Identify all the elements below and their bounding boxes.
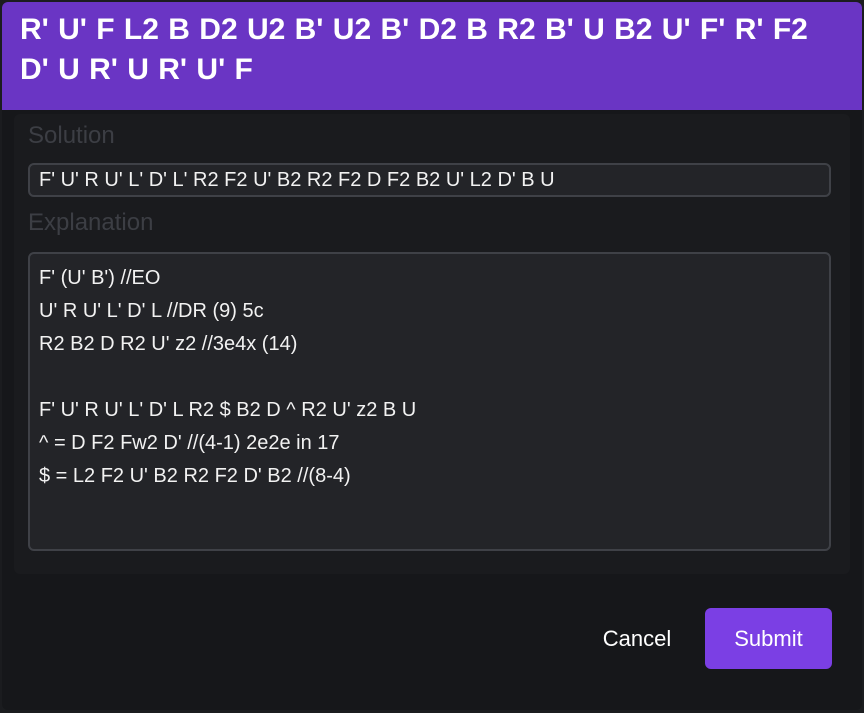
cancel-button[interactable]: Cancel <box>582 609 692 669</box>
solution-dialog: R' U' F L2 B D2 U2 B' U2 B' D2 B R2 B' U… <box>2 2 862 710</box>
explanation-textarea[interactable]: F' (U' B') //EO U' R U' L' D' L //DR (9)… <box>28 252 831 551</box>
explanation-label: Explanation <box>28 209 154 236</box>
scramble-title: R' U' F L2 B D2 U2 B' U2 B' D2 B R2 B' U… <box>20 13 808 86</box>
solution-input[interactable] <box>28 163 831 197</box>
submit-button[interactable]: Submit <box>705 608 832 669</box>
dialog-header: R' U' F L2 B D2 U2 B' U2 B' D2 B R2 B' U… <box>2 2 862 110</box>
solution-label: Solution <box>28 122 115 149</box>
